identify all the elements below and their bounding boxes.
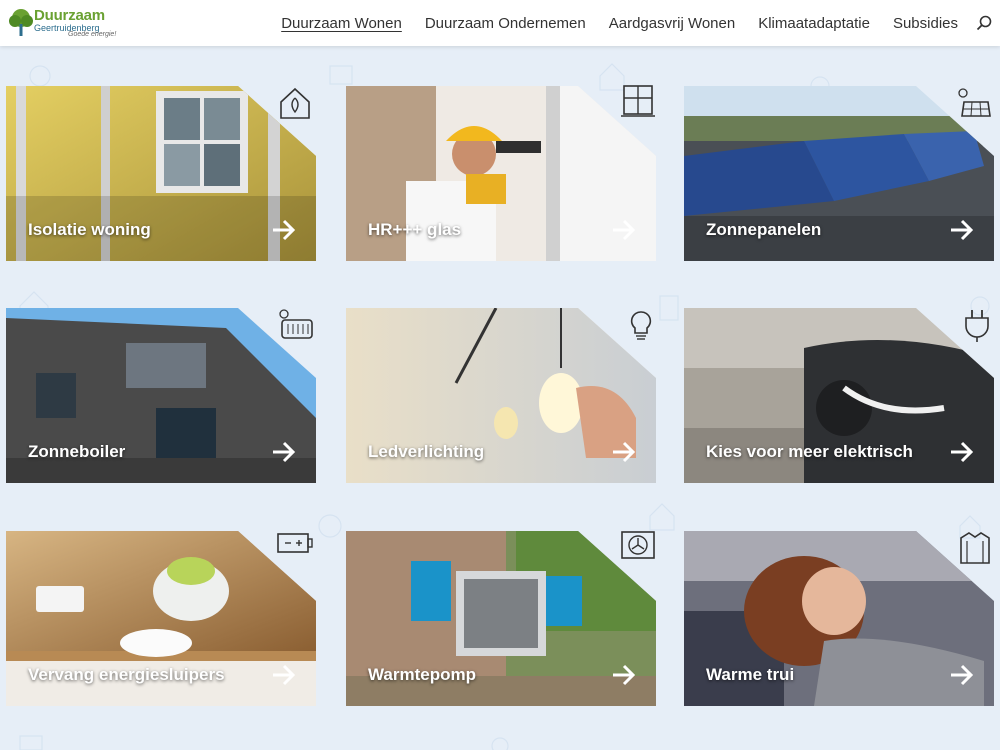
tile-label: Zonneboiler — [28, 442, 126, 461]
nav-item-aardgasvrij-wonen[interactable]: Aardgasvrij Wonen — [609, 15, 735, 32]
nav-item-duurzaam-ondernemen[interactable]: Duurzaam Ondernemen — [425, 15, 586, 32]
tile-label: Isolatie woning — [28, 220, 151, 239]
main-nav: Duurzaam Wonen Duurzaam Ondernemen Aardg… — [258, 0, 1000, 46]
light-bulb-icon — [630, 311, 652, 340]
nav-item-duurzaam-wonen[interactable]: Duurzaam Wonen — [281, 15, 402, 32]
arrow-right-icon[interactable] — [610, 438, 638, 466]
battery-icon — [277, 533, 313, 553]
arrow-right-icon[interactable] — [948, 661, 976, 689]
site-header: Duurzaam Geertruidenberg Goede energie! … — [0, 0, 1000, 46]
tile-label: Warme trui — [706, 665, 795, 684]
tree-logo-icon — [9, 9, 33, 36]
logo-title: Duurzaam — [34, 7, 105, 24]
sweater-icon — [960, 532, 990, 564]
arrow-right-icon[interactable] — [948, 438, 976, 466]
arrow-right-icon[interactable] — [270, 661, 298, 689]
tile-label: Ledverlichting — [368, 442, 485, 461]
window-icon — [621, 85, 655, 117]
tile-label: HR+++ glas — [368, 220, 462, 239]
nav-item-klimaatadaptatie[interactable]: Klimaatadaptatie — [758, 15, 870, 32]
plug-icon — [965, 310, 989, 342]
search-icon[interactable] — [976, 15, 992, 31]
tile-label: Zonnepanelen — [706, 220, 822, 239]
solar-panel-icon — [958, 88, 991, 117]
arrow-right-icon[interactable] — [270, 438, 298, 466]
site-logo[interactable]: Duurzaam Geertruidenberg Goede energie! — [8, 6, 128, 40]
tile-label: Warmtepomp — [368, 665, 476, 684]
logo-tagline: Goede energie! — [68, 31, 117, 38]
heat-pump-icon — [621, 531, 655, 559]
tile-label: Kies voor meer elektrisch — [706, 442, 913, 461]
arrow-right-icon[interactable] — [610, 661, 638, 689]
arrow-right-icon[interactable] — [948, 216, 976, 244]
nav-item-subsidies[interactable]: Subsidies — [893, 15, 958, 32]
solar-boiler-icon — [279, 309, 313, 339]
tile-label: Vervang energiesluipers — [28, 665, 225, 684]
house-icon — [280, 87, 310, 119]
arrow-right-icon[interactable] — [610, 216, 638, 244]
arrow-right-icon[interactable] — [270, 216, 298, 244]
